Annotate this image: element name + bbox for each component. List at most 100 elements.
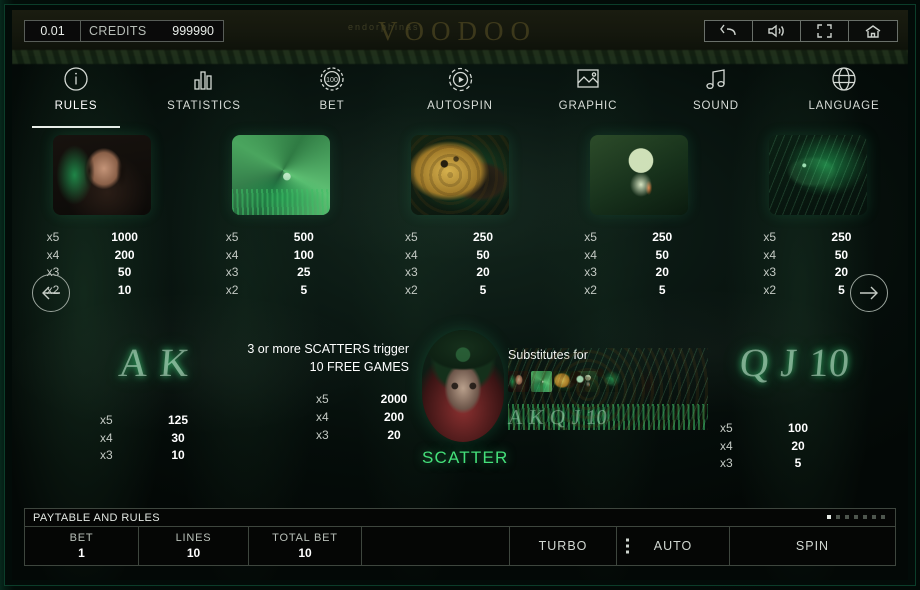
payout-amount: 5 [300,282,308,297]
page-dot[interactable] [854,515,858,519]
turbo-button[interactable]: TURBO [510,527,617,565]
payout-row: x5 1000 [47,229,157,247]
payout-row: x3 10 [100,447,210,465]
globe-icon [831,64,857,94]
payout-amount: 30 [171,430,185,445]
payout-row: x2 5 [226,282,336,300]
page-indicator[interactable] [827,515,885,519]
symbol-image-scatter-baron [422,330,504,442]
paytable-screen: endorphinas VOODOO 0.01 CREDITS 999990 R… [12,10,908,580]
tab-statistics[interactable]: STATISTICS [140,62,268,124]
fullscreen-button[interactable] [801,21,849,41]
thumb-raven [600,371,621,392]
turbo-label: TURBO [538,539,588,553]
bet-control[interactable]: BET 1 [25,527,139,565]
total-bet-control[interactable]: TOTAL BET 10 [249,527,362,565]
payout-multiplier: x5 [584,230,597,244]
payout-amount: 200 [383,410,405,424]
scatter-description: 3 or more SCATTERS trigger 10 FREE GAMES [234,340,409,376]
payout-amount: 500 [293,230,314,244]
payout-multiplier: x3 [584,265,597,279]
payout-list: x5 2000 x4 200 x3 20 [316,390,426,444]
payout-row: x5 125 [100,412,210,430]
payout-multiplier: x5 [100,413,113,427]
auto-button[interactable]: AUTO [617,527,730,565]
lines-control[interactable]: LINES 10 [139,527,249,565]
tab-sound[interactable]: SOUND [652,62,780,124]
payout-amount: 1000 [111,230,138,244]
page-dot[interactable] [863,515,867,519]
credits-value: 999990 [172,24,214,38]
scatter-section: 3 or more SCATTERS trigger 10 FREE GAMES… [234,330,524,467]
payout-row: x3 20 [405,264,515,282]
payout-row: x5 500 [226,229,336,247]
tab-label: LANGUAGE [808,100,880,112]
page-dot[interactable] [881,515,885,519]
payout-list: x5 125 x4 30 x3 10 [100,412,210,465]
page-dot[interactable] [845,515,849,519]
symbol-image-voodoo-woman [52,135,151,215]
symbol-entry-voodoo-doll: x5 250 x4 50 x3 20 x2 5 [550,135,729,320]
payout-multiplier: x4 [763,247,777,262]
payout-row: x5 100 [720,420,830,438]
music-note-icon [704,64,728,94]
payout-amount: 200 [114,247,135,262]
payout-row: x5 2000 [316,390,426,408]
letter-glyph: Q [738,339,772,385]
tab-rules[interactable]: RULES [12,62,140,124]
tab-bet[interactable]: 100 BET [268,62,396,124]
paytable-title: PAYTABLE AND RULES [33,511,161,524]
letter-glyph: K [158,339,191,385]
letter-glyph: J [779,339,799,385]
win-message-area [362,527,510,565]
image-icon [575,64,601,94]
tab-language[interactable]: LANGUAGE [780,62,908,124]
tab-label: GRAPHIC [558,100,618,112]
payout-row: x4 50 [763,247,873,265]
payout-row: x3 5 [720,455,830,473]
payout-multiplier: x5 [405,230,418,244]
scatter-symbol: SCATTER [422,330,508,468]
bet-value: 1 [78,546,85,560]
sound-button[interactable] [753,21,801,41]
home-icon [865,25,881,38]
arrow-left-icon [42,286,60,300]
home-button[interactable] [849,21,897,41]
payout-amount: 50 [834,247,849,262]
payout-row: x3 20 [316,426,426,444]
payout-row: x4 50 [584,247,694,265]
symbol-entry-letters-qj10: Q J 10 x5 100 x4 20 x3 5 [702,326,902,473]
payout-amount: 50 [655,247,669,262]
payout-row: x5 250 [405,229,515,247]
payout-multiplier: x3 [225,265,239,279]
letter-symbol-group-low: Q J 10 [702,326,887,398]
payout-list: x5 100 x4 20 x3 5 [720,420,830,473]
prev-page-button[interactable] [32,274,70,312]
credits-display: 0.01 CREDITS 999990 [24,20,224,42]
info-icon [63,64,89,94]
scatter-label: SCATTER [422,448,509,467]
tab-autospin[interactable]: AUTOSPIN [396,62,524,124]
payout-row: x3 25 [226,264,336,282]
payout-multiplier: x3 [405,265,418,279]
back-button[interactable] [705,21,753,41]
tab-graphic[interactable]: GRAPHIC [524,62,652,124]
tab-label: SOUND [692,100,740,112]
spin-button[interactable]: SPIN [730,527,895,565]
page-dot[interactable] [872,515,876,519]
total-bet-value: 10 [298,546,312,560]
payout-amount: 5 [794,456,802,470]
payout-row: x4 50 [405,247,515,265]
payout-amount: 10 [171,448,185,462]
svg-text:100: 100 [326,77,338,84]
window-buttons [704,20,898,42]
auto-options-menu-icon[interactable] [626,538,629,554]
payout-multiplier: x4 [405,247,418,262]
payout-multiplier: x5 [46,230,60,244]
page-dot-active[interactable] [827,515,831,519]
payout-amount: 100 [293,247,314,262]
next-page-button[interactable] [850,274,888,312]
page-dot[interactable] [836,515,840,519]
bet-label: BET [69,532,94,544]
symbol-paytable-row-2: A K x5 125 x4 30 x3 10 3 or more SCATTERS t… [12,326,908,491]
